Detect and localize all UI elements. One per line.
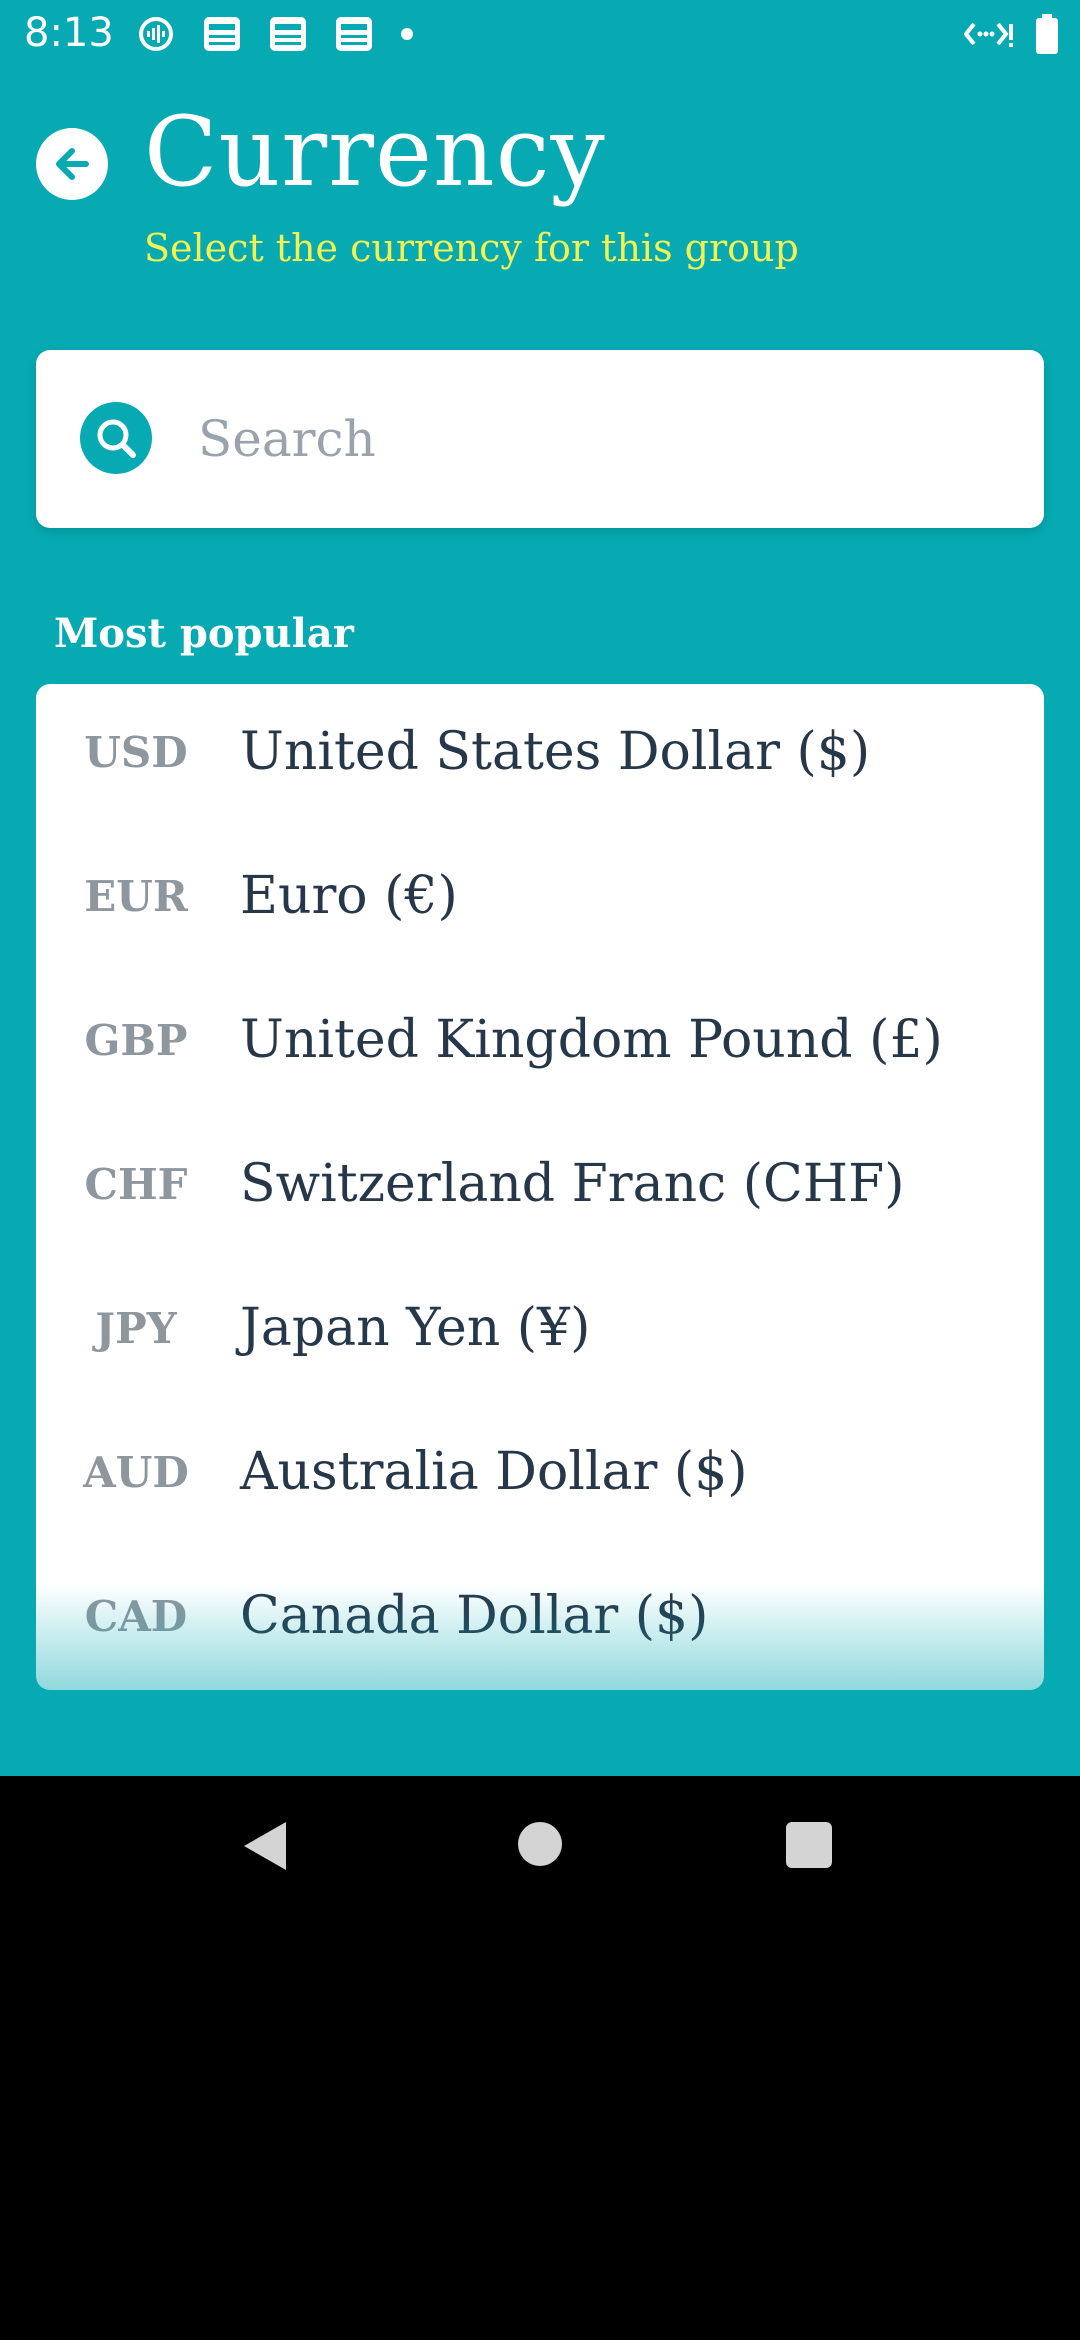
section-label-most-popular: Most popular (54, 610, 354, 657)
next-section-label (58, 1748, 458, 1776)
currency-code: GBP (84, 1016, 188, 1065)
search-box[interactable] (36, 350, 1044, 528)
back-button[interactable] (36, 128, 108, 200)
currency-code: USD (84, 728, 188, 777)
podcast-icon (139, 17, 173, 51)
app-screen: 8:13 Currency Select the currency for th… (0, 0, 1080, 1776)
search-input[interactable] (196, 396, 1000, 482)
currency-code: EUR (84, 872, 188, 921)
battery-icon (1036, 14, 1058, 54)
nav-back-icon[interactable] (240, 1818, 290, 1874)
currency-name: Japan Yen (¥) (240, 1298, 591, 1358)
currency-name: Canada Dollar ($) (240, 1586, 709, 1646)
page-title: Currency (144, 96, 606, 208)
news-icon (270, 17, 306, 51)
status-right-icons (964, 14, 1060, 54)
currency-name: Euro (€) (240, 866, 458, 926)
currency-code: CAD (84, 1592, 188, 1641)
currency-name: United States Dollar ($) (240, 722, 871, 782)
status-time: 8:13 (24, 10, 114, 56)
currency-name: Australia Dollar ($) (240, 1442, 748, 1502)
currency-code: JPY (95, 1304, 177, 1353)
currency-code: CHF (84, 1160, 188, 1209)
currency-row-jpy[interactable]: JPY Japan Yen (¥) (36, 1260, 1044, 1404)
nav-home-icon[interactable] (518, 1822, 562, 1866)
currency-row-aud[interactable]: AUD Australia Dollar ($) (36, 1404, 1044, 1548)
currency-row-chf[interactable]: CHF Switzerland Franc (CHF) (36, 1116, 1044, 1260)
currency-row-usd[interactable]: USD United States Dollar ($) (36, 684, 1044, 828)
status-bar: 8:13 (0, 0, 1080, 72)
currency-code: AUD (83, 1448, 189, 1497)
news-icon (336, 17, 372, 51)
nav-recents-icon[interactable] (786, 1822, 832, 1868)
dot-icon (401, 28, 413, 40)
page-subtitle: Select the currency for this group (144, 226, 799, 270)
news-icon (204, 17, 240, 51)
arrow-left-icon (56, 148, 89, 180)
currency-row-gbp[interactable]: GBP United Kingdom Pound (£) (36, 972, 1044, 1116)
search-icon (80, 402, 152, 474)
currency-row-eur[interactable]: EUR Euro (€) (36, 828, 1044, 972)
data-saver-icon (964, 22, 1013, 47)
notification-icons (136, 14, 414, 54)
currency-name: United Kingdom Pound (£) (240, 1010, 943, 1070)
currency-name: Switzerland Franc (CHF) (240, 1154, 905, 1214)
currency-row-cad[interactable]: CAD Canada Dollar ($) (36, 1548, 1044, 1690)
currency-list: USD United States Dollar ($) EUR Euro (€… (36, 684, 1044, 1690)
